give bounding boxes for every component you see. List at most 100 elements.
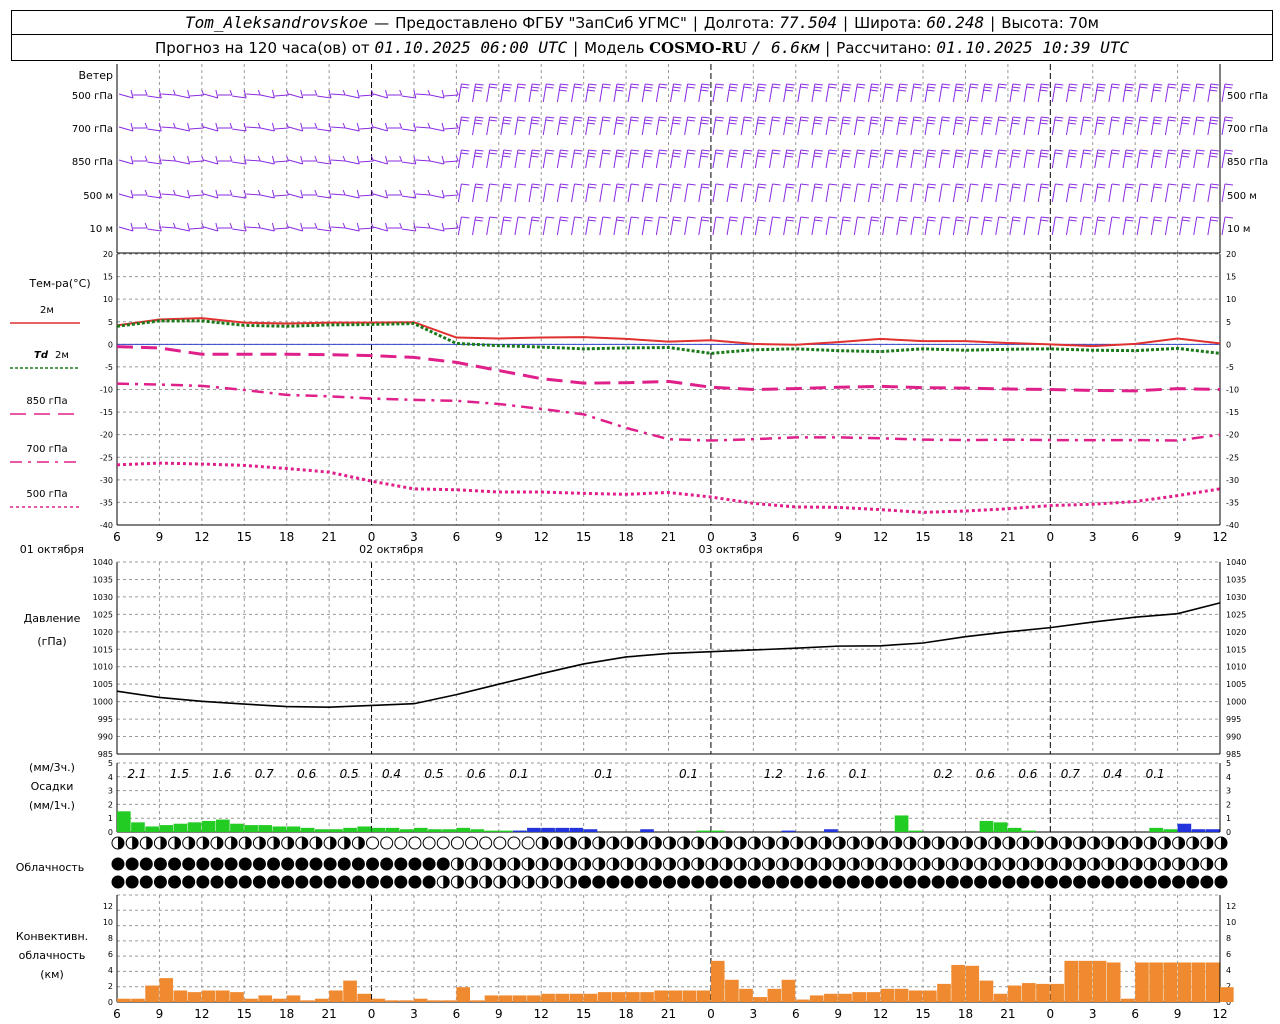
wind-barb	[1068, 152, 1077, 155]
precip-bar	[484, 830, 499, 832]
wind-barb	[457, 183, 462, 203]
pressure-tick-right: 1000	[1226, 698, 1246, 707]
conv-cloud-bar	[654, 990, 668, 1002]
wind-barb	[502, 119, 512, 122]
wind-barb	[871, 183, 880, 186]
precip-tick-left: 4	[108, 773, 113, 782]
pressure-tick-left: 1040	[93, 558, 113, 567]
precip-unit-1h: (мм/1ч.)	[29, 799, 75, 812]
wind-barb	[1154, 149, 1163, 152]
wind-barb	[1210, 216, 1219, 219]
wind-barb	[1040, 152, 1049, 155]
precip-bar	[244, 825, 258, 832]
wind-barb	[1026, 116, 1036, 119]
wind-barb	[701, 116, 710, 119]
cloud-cover-fill	[839, 837, 846, 849]
wind-barb	[885, 116, 894, 119]
time-tick-label: 12	[873, 530, 888, 544]
wind-barb	[786, 149, 795, 152]
cloud-cover-fill	[994, 837, 1001, 849]
wind-barb	[444, 127, 459, 130]
wind-barb	[1096, 155, 1105, 158]
wind-barb	[1180, 89, 1190, 92]
cloud-cover-fill	[966, 858, 973, 870]
wind-barb	[517, 83, 527, 86]
wind-barb	[970, 149, 979, 152]
conv-cloud-bar	[993, 993, 1008, 1002]
wind-barb	[1069, 116, 1078, 119]
time-tick-label: 18	[958, 1007, 973, 1021]
wind-barb	[1196, 149, 1205, 152]
wind-barb	[1195, 86, 1204, 89]
wind-barb	[530, 89, 539, 92]
wind-barb	[1083, 216, 1092, 219]
wind-barb	[300, 189, 304, 199]
wind-barb	[938, 216, 943, 236]
wind-barb	[998, 183, 1007, 186]
cloud-cover-symbol	[281, 875, 295, 889]
conv-tick-right: 8	[1226, 934, 1231, 943]
conv-cloud-bar	[399, 1000, 414, 1002]
wind-barb	[1011, 155, 1020, 158]
wind-barb	[955, 186, 964, 189]
wind-barb	[843, 83, 852, 86]
conv-cloud-bar	[611, 992, 626, 1002]
wind-barb	[1097, 183, 1106, 186]
wind-barb	[1055, 116, 1064, 119]
wind-barb	[1168, 216, 1177, 219]
wind-barb	[970, 183, 979, 186]
wind-barb	[345, 127, 360, 132]
wind-barb	[1153, 219, 1162, 222]
temp-panel-title: Тем-ра(°C)	[28, 277, 90, 290]
wind-barb	[644, 86, 653, 89]
wind-barb	[574, 216, 583, 219]
wind-barb	[503, 216, 512, 219]
wind-barb	[542, 216, 547, 236]
cloud-cover-fill	[1136, 858, 1143, 870]
wind-barb	[514, 183, 519, 203]
wind-barb	[1012, 119, 1021, 122]
wind-barb	[203, 126, 218, 132]
wind-barb	[1096, 219, 1105, 222]
cloud-cover-symbol	[648, 875, 662, 889]
conv-tick-left: 6	[108, 950, 113, 959]
cloud-cover-symbol	[450, 836, 464, 850]
wind-barb	[429, 94, 445, 99]
wind-barb	[885, 83, 894, 86]
wind-barb	[474, 119, 483, 122]
wind-barb	[871, 216, 880, 219]
cloud-cover-symbol	[252, 857, 266, 871]
wind-barb	[271, 189, 275, 199]
precip-bar	[442, 829, 456, 832]
wind-barb	[531, 219, 540, 222]
wind-barb	[1210, 149, 1219, 152]
conv-cloud-bar	[569, 993, 584, 1002]
time-tick-label: 12	[873, 1007, 888, 1021]
wind-barb	[1039, 122, 1048, 125]
wind-barb	[898, 155, 907, 158]
wind-barb	[715, 149, 724, 152]
wind-barb	[955, 219, 964, 222]
wind-barb	[531, 119, 540, 122]
wind-barb	[1026, 83, 1036, 86]
wind-barb	[997, 86, 1007, 89]
cloud-cover-fill	[1150, 837, 1157, 849]
wind-barb	[1196, 183, 1205, 186]
wind-barb	[768, 216, 773, 236]
wind-barb	[542, 183, 547, 203]
conv-cloud-bar	[894, 988, 909, 1002]
cloud-cover-fill	[909, 858, 916, 870]
time-tick-label: 6	[113, 1007, 121, 1021]
wind-barb	[871, 116, 880, 119]
wind-barb	[356, 155, 360, 165]
time-tick-label: 6	[792, 530, 800, 544]
wind-barb	[673, 216, 682, 219]
wind-barb	[757, 119, 766, 122]
wind-barb	[1108, 183, 1113, 203]
wind-barb	[927, 116, 937, 119]
cloud-cover-fill	[301, 837, 308, 849]
cloud-cover-fill	[358, 837, 365, 849]
wind-barb	[1096, 152, 1105, 155]
wind-barb	[814, 216, 823, 219]
temp-legend-label: 850 гПа	[26, 396, 67, 407]
